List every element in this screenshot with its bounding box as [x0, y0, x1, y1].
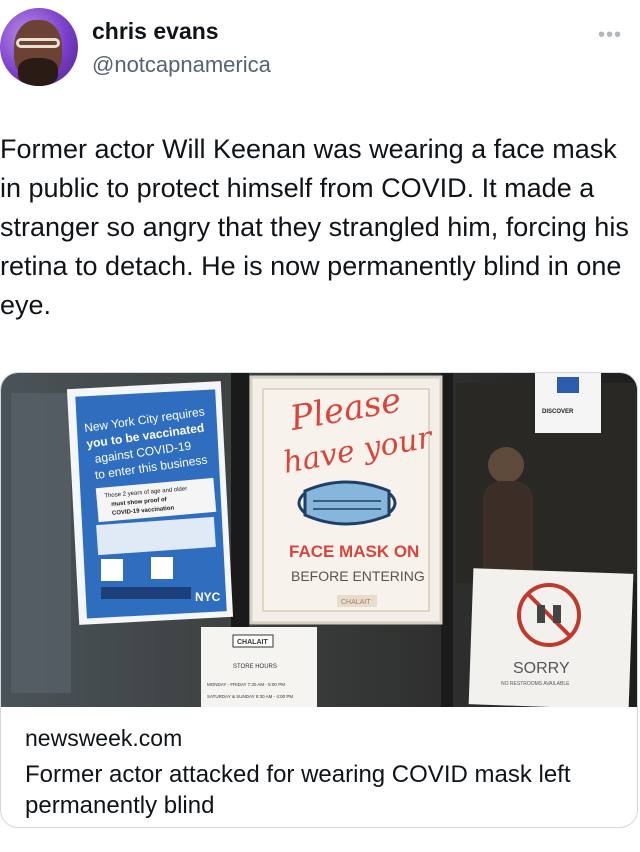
display-name[interactable]: chris evans	[92, 18, 219, 45]
avatar-glasses	[16, 38, 60, 48]
link-card[interactable]: New York City requires you to be vaccina…	[0, 372, 638, 828]
nyc-vaccine-sign: New York City requires you to be vaccina…	[66, 381, 234, 625]
discover-sticker: DISCOVER	[535, 373, 601, 433]
card-domain[interactable]: newsweek.com	[25, 725, 182, 752]
chalait-mini-logo: CHALAIT	[341, 599, 371, 606]
discover-text: DISCOVER	[542, 409, 574, 415]
more-icon[interactable]: •••	[598, 24, 622, 47]
tweet-text: Former actor Will Keenan was wearing a f…	[0, 134, 629, 320]
store-hours-title: STORE HOURS	[233, 664, 277, 670]
user-handle[interactable]: @notcapnamerica	[92, 52, 271, 78]
sorry-note: NO RESTROOMS AVAILABLE	[501, 681, 570, 687]
article-photo[interactable]: New York City requires you to be vaccina…	[1, 373, 638, 707]
chalait-logo: CHALAIT	[237, 639, 268, 646]
avatar[interactable]	[0, 8, 78, 86]
card-title[interactable]: Former actor attacked for wearing COVID …	[25, 759, 625, 821]
store-hours-sign: CHALAIT STORE HOURS MONDAY - FRIDAY 7:30…	[201, 627, 317, 707]
hours-line-2: SATURDAY & SUNDAY 8:30 AM - 4:00 PM	[207, 694, 293, 699]
nyc-logo: NYC	[195, 590, 221, 604]
before-entering-text: BEFORE ENTERING	[291, 568, 425, 584]
hours-line-1: MONDAY - FRIDAY 7:30 AM - 5:00 PM	[207, 682, 285, 687]
face-mask-on-text: FACE MASK ON	[289, 542, 419, 561]
sorry-text: SORRY	[513, 660, 570, 677]
avatar-beard	[18, 58, 58, 86]
face-mask-sign: Please have your FACE MASK ON BEFORE ENT…	[249, 375, 443, 625]
sorry-sign: SORRY NO RESTROOMS AVAILABLE	[468, 568, 634, 707]
